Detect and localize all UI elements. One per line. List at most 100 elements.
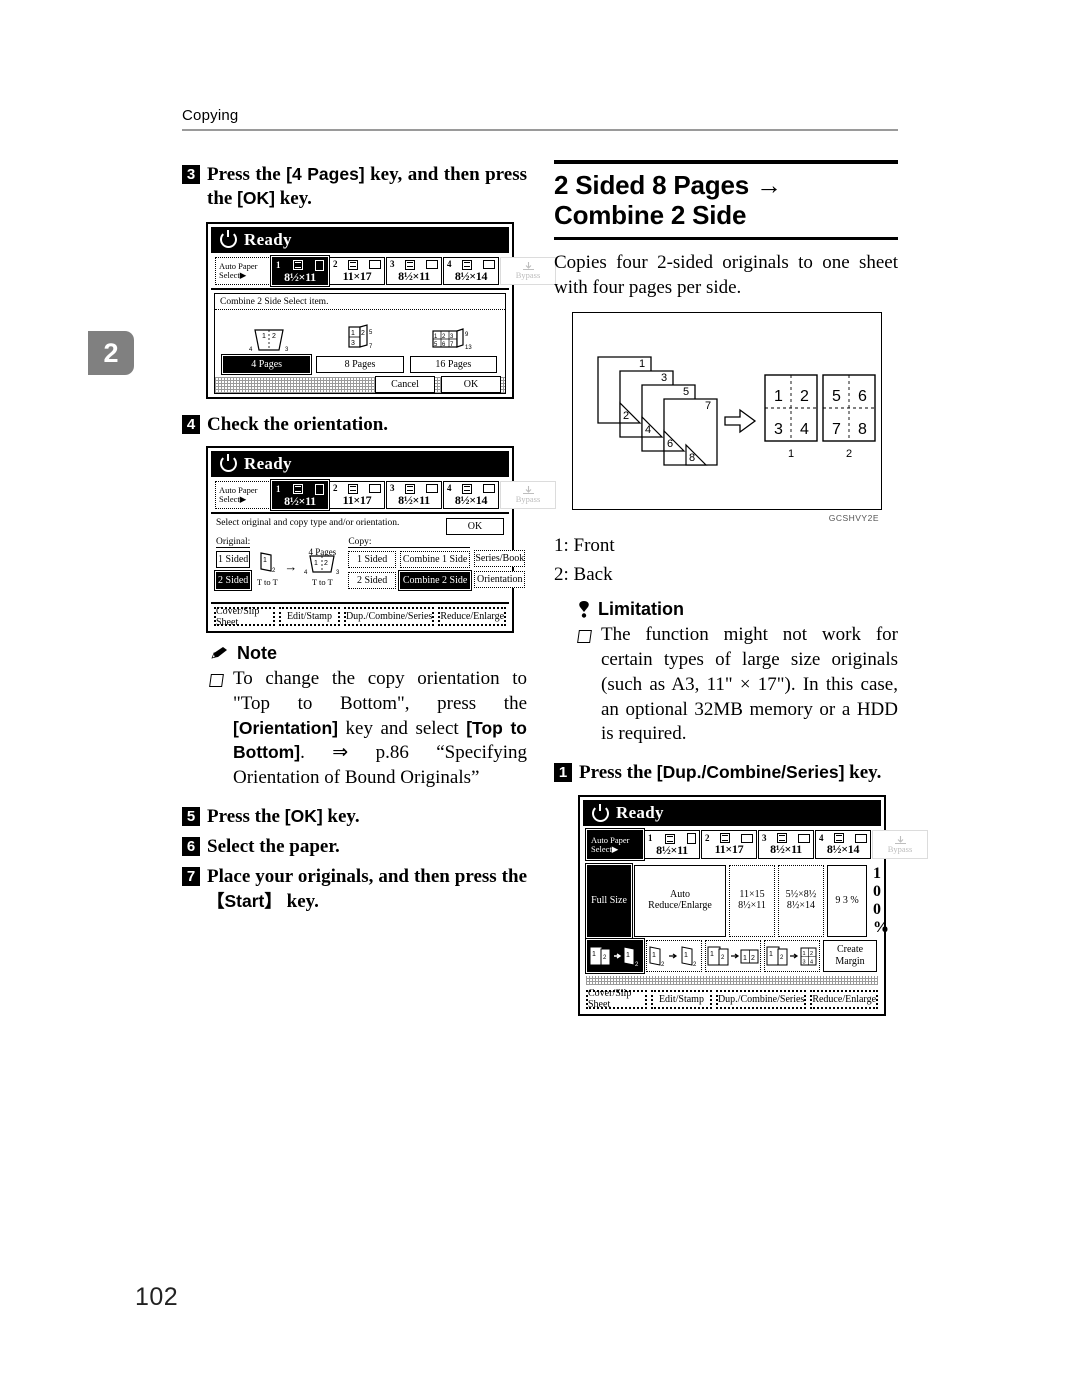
panel2-tray-button-3[interactable]: 3 8½×11 — [386, 480, 442, 510]
panel1-tray-4-size: 8½×14 — [454, 268, 488, 283]
panel3-tab-dup-combine-series[interactable]: Dup./Combine/Series — [715, 989, 807, 1009]
panel2-tray-4-num: 4 — [447, 483, 452, 494]
combine-8pages-icon: 1 2 3 5 7 — [348, 324, 373, 350]
note-text-2: key and select — [338, 717, 467, 739]
panel1-status-bar: Ready — [211, 226, 509, 253]
panel2-copy-2sided[interactable]: 2 Sided — [348, 572, 396, 590]
panel1-option-preview-8pages: 1 2 3 5 7 — [314, 324, 405, 354]
panel3-create-margin-button[interactable]: Create Margin — [823, 939, 877, 972]
panel1-option-4pages[interactable]: 4 Pages — [220, 353, 313, 376]
svg-text:7: 7 — [705, 400, 711, 412]
note-key-orientation: [Orientation] — [233, 717, 338, 738]
panel1-tray-4-num: 4 — [447, 259, 452, 270]
panel1-ok-button[interactable]: OK — [441, 376, 501, 394]
panel2-auto-paper-select-button[interactable]: Auto Paper Select▶ — [215, 480, 271, 510]
landscape-icon — [483, 484, 495, 494]
panel3-tab-edit-stamp[interactable]: Edit/Stamp — [650, 989, 712, 1009]
panel2-series-book-button[interactable]: Series/Book — [474, 550, 526, 568]
svg-text:3: 3 — [336, 570, 340, 576]
panel3-ratio-button-2[interactable]: 5½×8½ 8½×14 — [778, 864, 824, 937]
panel2-bypass-label: Bypass — [515, 493, 541, 504]
svg-text:6: 6 — [858, 388, 867, 405]
panel3-tab-reduce-enlarge[interactable]: Reduce/Enlarge — [810, 989, 879, 1009]
bullet-icon — [209, 674, 224, 688]
panel2-original-2sided[interactable]: 2 Sided — [213, 569, 253, 592]
lcd-panel-1[interactable]: Ready Auto Paper Select▶ 1 8½×11 2 11×17 — [206, 221, 556, 400]
panel2-tab-reduce-enlarge[interactable]: Reduce/Enlarge — [438, 607, 507, 627]
svg-text:1: 1 — [803, 951, 806, 957]
panel3-duplex-button-4[interactable]: 1 2 1 2 3 4 — [764, 939, 820, 972]
svg-text:1: 1 — [788, 448, 794, 460]
panel2-tray-button-2[interactable]: 2 11×17 — [329, 480, 385, 510]
panel3-tray-button-2[interactable]: 2 11×17 — [701, 830, 757, 859]
panel3-duplex-button-3[interactable]: 1 2 1 2 — [705, 939, 761, 972]
svg-text:3: 3 — [661, 372, 667, 384]
panel1-option-8pages[interactable]: 8 Pages — [316, 356, 404, 374]
panel2-copy-combine-1side[interactable]: Combine 1 Side — [399, 551, 471, 569]
combine-4pages-icon: 1 2 4 3 — [249, 329, 289, 353]
svg-text:4: 4 — [304, 570, 308, 576]
lcd-panel-3[interactable]: Ready Auto Paper Select▶ 1 8½×11 2 11×17 — [578, 795, 928, 1016]
panel2-bypass-button[interactable]: Bypass — [500, 480, 556, 510]
landscape-icon — [369, 260, 381, 270]
panel1-bypass-button[interactable]: Bypass — [500, 256, 556, 286]
svg-text:3: 3 — [774, 421, 783, 438]
panel2-tab-dup-combine-series[interactable]: Dup./Combine/Series — [343, 607, 435, 627]
lcd-panel-2[interactable]: Ready Auto Paper Select▶ 1 8½×11 2 11×17 — [206, 445, 556, 634]
panel3-duplex-button-1[interactable]: 1 2 1 2 — [584, 937, 646, 975]
svg-text:1: 1 — [639, 358, 645, 370]
panel3-tab-cover-slip-sheet[interactable]: Cover/Slip Sheet — [586, 988, 647, 1010]
panel2-tab-edit-stamp[interactable]: Edit/Stamp — [278, 607, 340, 627]
step-7: 7 Place your originals, and then press t… — [182, 865, 527, 914]
document-page: Copying 2 3 Press the [4 Pages] key, and… — [0, 0, 1080, 1397]
combine-16pages-icon: 1 2 3 5 6 7 9 13 — [432, 328, 473, 351]
svg-text:2: 2 — [361, 330, 365, 337]
note-label: Note — [237, 643, 277, 664]
panel3-tray-button-1[interactable]: 1 8½×11 — [644, 830, 700, 859]
svg-text:9: 9 — [465, 332, 469, 338]
panel2-tray-button-1[interactable]: 1 8½×11 — [269, 478, 331, 512]
panel1-option-16pages[interactable]: 16 Pages — [409, 356, 497, 374]
section-title: 2 Sided 8 Pages → Combine 2 Side — [554, 170, 782, 231]
panel1-cancel-button[interactable]: Cancel — [375, 376, 435, 394]
panel2-tray-row: Auto Paper Select▶ 1 8½×11 2 11×17 3 8½×… — [211, 477, 556, 515]
duplex-1to2-icon: 1 2 1 2 — [589, 946, 639, 968]
panel2-ok-button[interactable]: OK — [446, 518, 504, 536]
panel1-tray-button-1[interactable]: 1 8½×11 — [269, 254, 331, 288]
panel2-copy-1sided[interactable]: 1 Sided — [348, 551, 396, 569]
panel1-tray-button-3[interactable]: 3 8½×11 — [386, 256, 442, 286]
panel2-orientation-button[interactable]: Orientation — [474, 571, 526, 589]
panel3-ratio-button-93[interactable]: 9 3 % — [827, 864, 867, 937]
svg-text:4: 4 — [645, 424, 651, 436]
chapter-tab-number: 2 — [103, 337, 119, 368]
panel3-ratio-button-1[interactable]: 11×15 8½×11 — [729, 864, 775, 937]
panel3-tray-button-3[interactable]: 3 8½×11 — [758, 830, 814, 859]
svg-text:5: 5 — [832, 388, 841, 405]
section-intro: Copies four 2-sided originals to one she… — [554, 252, 898, 299]
panel2-original-1sided[interactable]: 1 Sided — [216, 551, 251, 569]
panel1-auto-paper-select-button[interactable]: Auto Paper Select▶ — [215, 256, 271, 286]
page-number: 102 — [135, 1283, 179, 1311]
panel2-copy-combine-2side[interactable]: Combine 2 Side — [397, 569, 473, 592]
panel3-tray-button-4[interactable]: 4 8½×14 — [815, 830, 871, 859]
panel1-option-previews: 1 2 4 3 1 2 3 5 7 1 2 3 5 6 7 9 13 — [215, 310, 505, 356]
panel3-status-text: Ready — [616, 803, 664, 823]
panel3-auto-paper-select-button[interactable]: Auto Paper Select▶ — [584, 827, 646, 862]
panel1-tray-button-4[interactable]: 4 8½×14 — [443, 256, 499, 286]
panel3-duplex-row: 1 2 1 2 1 2 1 2 1 2 1 2 1 2 1 2 3 4 Crea… — [583, 937, 881, 975]
panel1-tray-button-2[interactable]: 2 11×17 — [329, 256, 385, 286]
panel3-duplex-button-2[interactable]: 1 2 1 2 — [646, 939, 702, 972]
panel3-bypass-button[interactable]: Bypass — [872, 830, 928, 859]
panel2-tray-button-4[interactable]: 4 8½×14 — [443, 480, 499, 510]
panel1-status-text: Ready — [244, 229, 292, 249]
note-text-1: To change the copy orientation to "Top t… — [233, 668, 527, 714]
panel2-tab-cover-slip-sheet[interactable]: Cover/Slip Sheet — [214, 606, 275, 628]
tray-stack-icon — [292, 484, 303, 495]
panel3-auto-reduce-enlarge-button[interactable]: Auto Reduce/Enlarge — [634, 864, 726, 937]
arrow-right-icon: → — [284, 559, 298, 575]
panel3-tray-2-size: 11×17 — [714, 842, 744, 857]
panel3-full-size-button[interactable]: Full Size — [584, 862, 634, 940]
panel2-tray-1-size: 8½×11 — [284, 493, 316, 508]
combine-2side-preview-icon: 1 2 4 3 — [304, 555, 340, 576]
tray-stack-icon — [292, 260, 303, 271]
